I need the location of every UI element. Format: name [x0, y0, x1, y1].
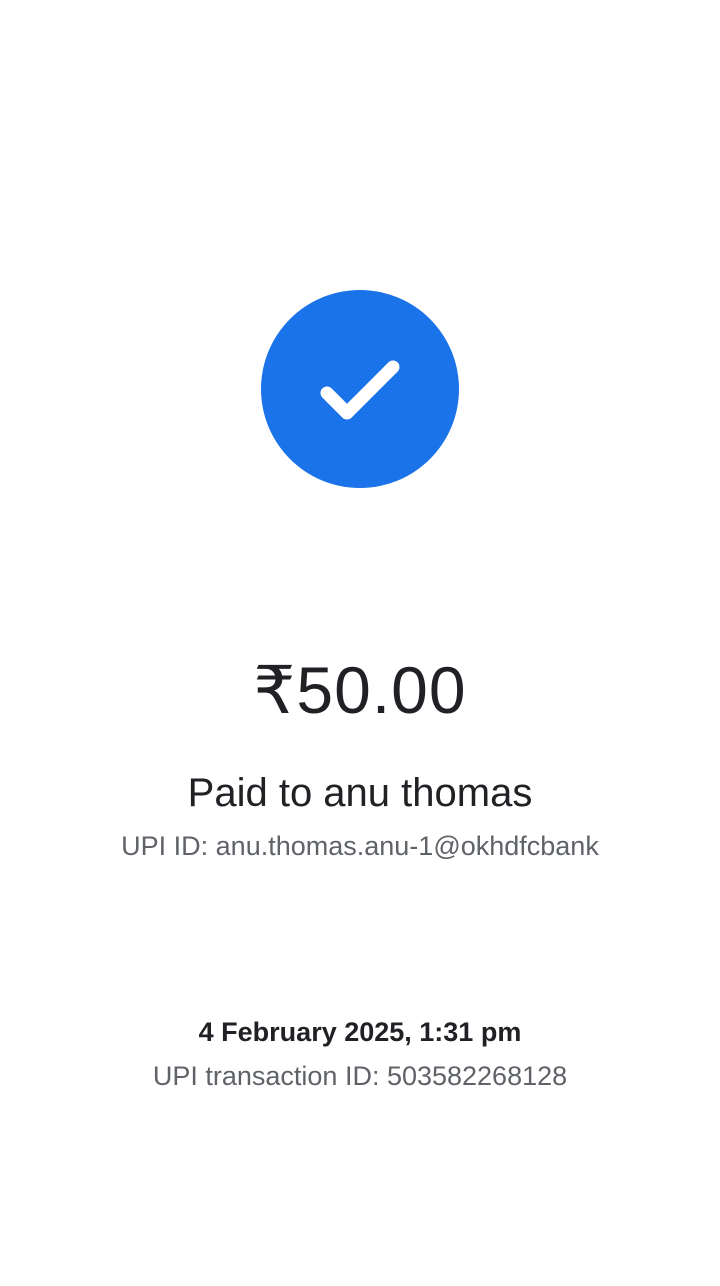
- payee-upi-id: UPI ID: anu.thomas.anu-1@okhdfcbank: [121, 831, 599, 861]
- paid-to-label: Paid to anu thomas: [187, 771, 533, 815]
- payment-success-screen: ₹50.00 Paid to anu thomas UPI ID: anu.th…: [0, 0, 720, 1286]
- payment-amount: ₹50.00: [253, 653, 467, 727]
- success-check-badge: [261, 290, 459, 488]
- transaction-datetime: 4 February 2025, 1:31 pm: [198, 1017, 522, 1047]
- check-icon: [320, 360, 400, 420]
- transaction-id: UPI transaction ID: 503582268128: [152, 1061, 568, 1091]
